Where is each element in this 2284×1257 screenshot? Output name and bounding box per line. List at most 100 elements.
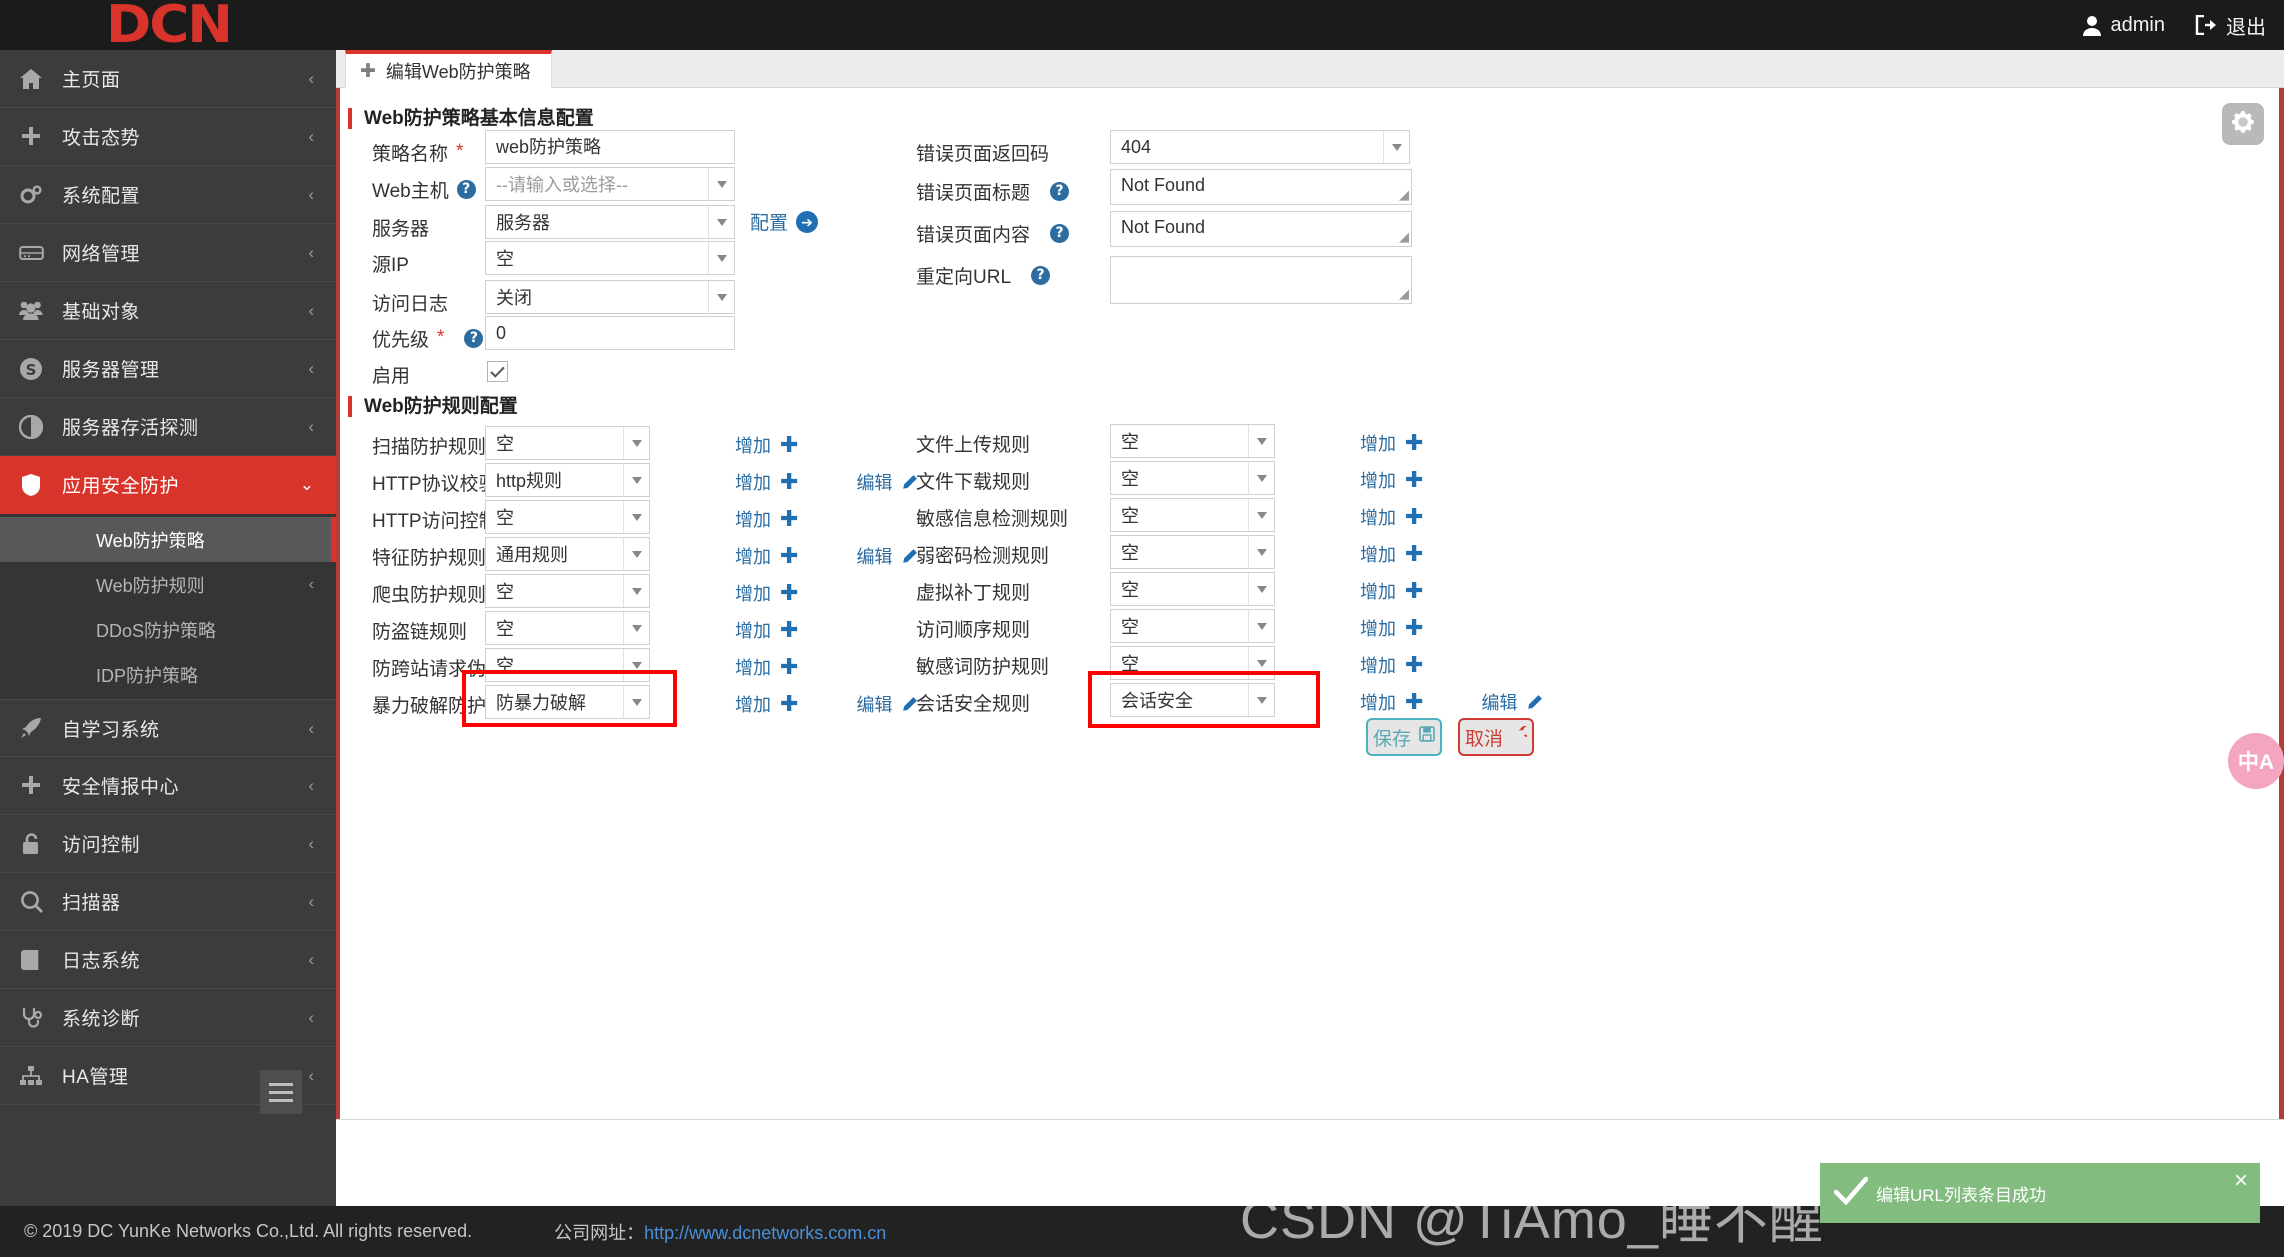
- add-rule-button[interactable]: 增加 ✚: [1360, 578, 1423, 604]
- chevron-down-icon[interactable]: [708, 168, 734, 200]
- add-rule-button[interactable]: 增加 ✚: [1360, 430, 1423, 456]
- add-rule-button[interactable]: 增加 ✚: [735, 506, 798, 532]
- error-body-value[interactable]: Not Found: [1121, 217, 1205, 237]
- add-rule-button[interactable]: 增加 ✚: [1360, 467, 1423, 493]
- chevron-down-icon[interactable]: [623, 612, 649, 644]
- textarea-error-title[interactable]: Not Found ◢: [1110, 169, 1412, 205]
- edit-rule-button[interactable]: 编辑: [856, 543, 918, 569]
- edit-rule-button[interactable]: 编辑: [856, 469, 918, 495]
- sidebar-item-network-mgmt[interactable]: 网络管理 ‹: [0, 224, 336, 282]
- chevron-down-icon[interactable]: [708, 281, 734, 313]
- sidebar-item-scanner[interactable]: 扫描器 ‹: [0, 873, 336, 931]
- sidebar-item-basic-objects[interactable]: 基础对象 ‹: [0, 282, 336, 340]
- sidebar-item-access-control[interactable]: 访问控制 ‹: [0, 815, 336, 873]
- rule-select[interactable]: 空: [1110, 535, 1275, 569]
- select-error-code[interactable]: 404: [1110, 130, 1410, 164]
- sidebar-item-web-protection-policy[interactable]: Web防护策略: [0, 517, 336, 562]
- close-icon[interactable]: ×: [2234, 1169, 2248, 1193]
- rule-select[interactable]: 空: [1110, 609, 1275, 643]
- sidebar-collapse-button[interactable]: [260, 1070, 302, 1114]
- help-icon[interactable]: ?: [1050, 223, 1070, 243]
- sidebar-item-system-diagnostics[interactable]: 系统诊断 ‹: [0, 989, 336, 1047]
- checkbox-box[interactable]: [487, 361, 508, 382]
- add-rule-button[interactable]: 增加 ✚: [735, 654, 798, 680]
- sidebar-item-home[interactable]: 主页面 ‹: [0, 50, 336, 108]
- rule-select[interactable]: 会话安全: [1110, 683, 1275, 717]
- rule-select[interactable]: 空: [1110, 424, 1275, 458]
- textarea-redirect-url[interactable]: ◢: [1110, 256, 1412, 304]
- chevron-down-icon[interactable]: [1248, 573, 1274, 605]
- help-icon[interactable]: ?: [456, 179, 476, 199]
- sidebar-item-attack-situation[interactable]: 攻击态势 ‹: [0, 108, 336, 166]
- add-rule-button[interactable]: 增加 ✚: [1360, 652, 1423, 678]
- sidebar-item-web-protection-rule[interactable]: Web防护规则 ‹: [0, 562, 336, 607]
- chevron-down-icon[interactable]: [623, 427, 649, 459]
- resize-grip-icon[interactable]: ◢: [1399, 187, 1409, 203]
- sidebar-item-server-mgmt[interactable]: S 服务器管理 ‹: [0, 340, 336, 398]
- select-server[interactable]: 服务器: [485, 205, 735, 239]
- help-icon[interactable]: ?: [1031, 265, 1051, 285]
- rule-select[interactable]: http规则: [485, 463, 650, 497]
- settings-gear-button[interactable]: [2222, 103, 2264, 145]
- add-rule-button[interactable]: 增加 ✚: [1360, 615, 1423, 641]
- checkbox-enable[interactable]: [487, 361, 508, 382]
- chevron-down-icon[interactable]: [1248, 610, 1274, 642]
- sidebar-item-self-learning[interactable]: 自学习系统 ‹: [0, 699, 336, 757]
- sidebar-item-idp-policy[interactable]: IDP防护策略: [0, 652, 336, 697]
- chevron-down-icon[interactable]: [1248, 462, 1274, 494]
- chevron-down-icon[interactable]: [708, 242, 734, 274]
- policy-name-value[interactable]: web防护策略: [485, 130, 735, 164]
- sidebar-item-system-config[interactable]: 系统配置 ‹: [0, 166, 336, 224]
- add-rule-button[interactable]: 增加 ✚: [735, 691, 798, 717]
- rule-select[interactable]: 空: [1110, 572, 1275, 606]
- chevron-down-icon[interactable]: [623, 686, 649, 718]
- sidebar-item-log-system[interactable]: 日志系统 ‹: [0, 931, 336, 989]
- current-user[interactable]: admin: [2082, 14, 2165, 37]
- input-priority[interactable]: 0: [485, 316, 735, 350]
- chevron-down-icon[interactable]: [623, 538, 649, 570]
- add-rule-button[interactable]: 增加 ✚: [735, 432, 798, 458]
- add-rule-button[interactable]: 增加 ✚: [735, 580, 798, 606]
- tab-edit-web-protection-policy[interactable]: ✚ 编辑Web防护策略: [345, 50, 552, 88]
- save-button[interactable]: 保存: [1366, 718, 1442, 756]
- add-rule-button[interactable]: 增加 ✚: [1360, 689, 1423, 715]
- priority-value[interactable]: 0: [485, 316, 735, 350]
- sidebar-item-threat-intel-center[interactable]: 安全情报中心 ‹: [0, 757, 336, 815]
- chevron-down-icon[interactable]: [1248, 684, 1274, 716]
- chevron-down-icon[interactable]: [1248, 499, 1274, 531]
- chevron-down-icon[interactable]: [1248, 647, 1274, 679]
- select-source-ip[interactable]: 空: [485, 241, 735, 275]
- chevron-down-icon[interactable]: [623, 575, 649, 607]
- rule-select[interactable]: 通用规则: [485, 537, 650, 571]
- rule-select[interactable]: 空: [485, 426, 650, 460]
- add-rule-button[interactable]: 增加 ✚: [735, 617, 798, 643]
- chevron-down-icon[interactable]: [623, 464, 649, 496]
- chevron-down-icon[interactable]: [1383, 131, 1409, 163]
- rule-select[interactable]: 空: [1110, 461, 1275, 495]
- add-rule-button[interactable]: 增加 ✚: [1360, 541, 1423, 567]
- rule-select[interactable]: 空: [485, 611, 650, 645]
- add-rule-button[interactable]: 增加 ✚: [735, 543, 798, 569]
- logout-button[interactable]: 退出: [2195, 11, 2266, 40]
- rule-select[interactable]: 空: [485, 500, 650, 534]
- link-server-config[interactable]: 配置 ➔: [750, 208, 819, 235]
- textarea-error-body[interactable]: Not Found ◢: [1110, 211, 1412, 247]
- input-policy-name[interactable]: web防护策略: [485, 130, 735, 164]
- error-title-value[interactable]: Not Found: [1121, 175, 1205, 195]
- edit-rule-button[interactable]: 编辑: [1481, 689, 1543, 715]
- rule-select[interactable]: 防暴力破解: [485, 685, 650, 719]
- resize-grip-icon[interactable]: ◢: [1399, 286, 1409, 302]
- help-icon[interactable]: ?: [1050, 181, 1070, 201]
- chevron-down-icon[interactable]: [623, 501, 649, 533]
- edit-rule-button[interactable]: 编辑: [856, 691, 918, 717]
- resize-grip-icon[interactable]: ◢: [1399, 229, 1409, 245]
- sidebar-item-ddos-policy[interactable]: DDoS防护策略: [0, 607, 336, 652]
- sidebar-item-app-security[interactable]: 应用安全防护 ⌄: [0, 456, 336, 514]
- chevron-down-icon[interactable]: [1248, 536, 1274, 568]
- sidebar-item-server-alive-probe[interactable]: 服务器存活探测 ‹: [0, 398, 336, 456]
- rule-select[interactable]: 空: [485, 648, 650, 682]
- select-web-host[interactable]: --请输入或选择--: [485, 167, 735, 201]
- translate-button[interactable]: 中A: [2228, 733, 2284, 789]
- select-access-log[interactable]: 关闭: [485, 280, 735, 314]
- add-rule-button[interactable]: 增加 ✚: [735, 469, 798, 495]
